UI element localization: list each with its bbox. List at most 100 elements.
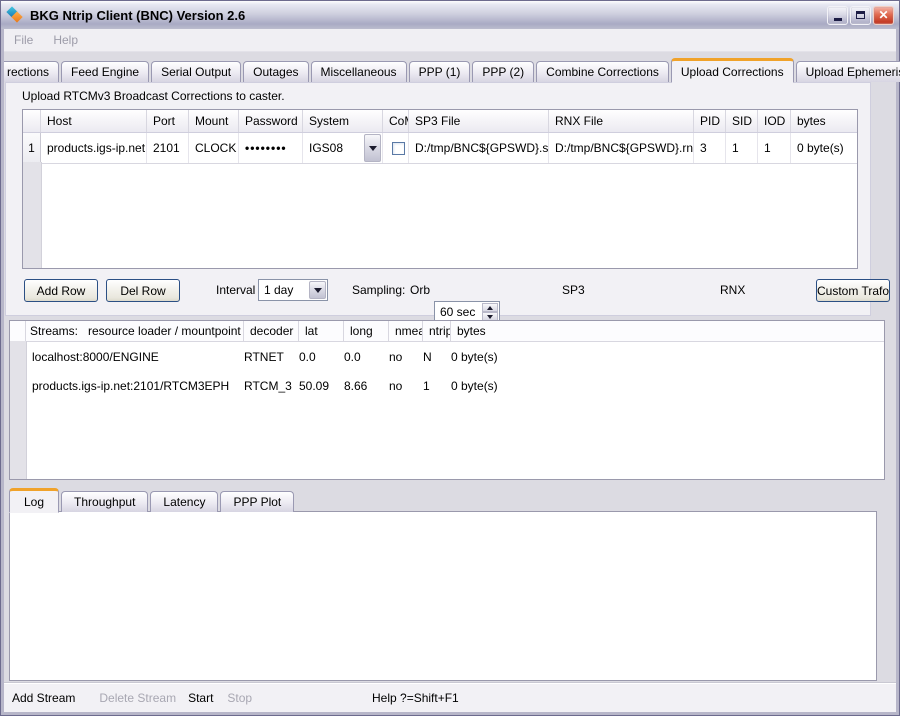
cell-pid[interactable]: 3 [694,133,726,163]
cell-decoder: RTCM_3 [238,379,293,393]
col-header-system[interactable]: System [303,110,383,132]
maximize-button[interactable] [850,6,871,25]
tab-throughput[interactable]: Throughput [61,491,148,512]
window-controls: ✕ [827,6,894,25]
col-header-port[interactable]: Port [147,110,189,132]
add-stream-button[interactable]: Add Stream [12,691,75,705]
corner-header-cell [10,321,26,341]
menu-help[interactable]: Help [43,33,88,47]
col-header-bytes[interactable]: bytes [791,110,857,132]
cell-password[interactable]: •••••••• [239,133,303,163]
cell-decoder: RTNET [238,350,293,364]
row-number[interactable]: 1 [23,133,41,163]
cell-bytes: 0 byte(s) [791,133,857,163]
cell-sp3-file[interactable]: D:/tmp/BNC${GPSWD}.sp3 [409,133,549,163]
cell-mount[interactable]: CLOCK [189,133,239,163]
tab-ppp-plot[interactable]: PPP Plot [220,491,294,512]
cell-mountpoint: products.igs-ip.net:2101/RTCM3EPH [26,379,238,393]
upload-corrections-pane: Upload RTCMv3 Broadcast Corrections to c… [5,82,871,316]
cell-lat: 50.09 [293,379,338,393]
col-header-iod[interactable]: IOD [758,110,791,132]
maximize-icon [856,11,865,19]
pane-caption: Upload RTCMv3 Broadcast Corrections to c… [22,89,285,103]
col-header-pid[interactable]: PID [694,110,726,132]
interval-dropdown-button[interactable] [309,281,326,299]
interval-value: 1 day [264,283,293,297]
col-header-nmea[interactable]: nmea [389,321,423,341]
cell-system-select[interactable]: IGS08 [303,133,383,163]
streams-header: Streams: resource loader / mountpoint de… [10,321,884,342]
custom-trafo-button[interactable]: Custom Trafo [816,279,890,302]
system-dropdown-button[interactable] [364,134,381,162]
col-header-decoder[interactable]: decoder [244,321,299,341]
stream-row[interactable]: 1 localhost:8000/ENGINE RTNET 0.0 0.0 no… [10,342,884,371]
arrow-down-icon [487,315,493,319]
com-checkbox[interactable] [392,142,405,155]
log-tab-bar: Log Throughput Latency PPP Plot [9,486,296,512]
interval-select[interactable]: 1 day [258,279,328,301]
cell-rnx-file[interactable]: D:/tmp/BNC${GPSWD}.rnx [549,133,694,163]
menu-bar: File Help [4,29,896,52]
app-icon [6,6,24,24]
cell-nmea: no [383,350,417,364]
upload-table: Host Port Mount Password System CoM SP3 … [22,109,858,269]
col-header-rnx-file[interactable]: RNX File [549,110,694,132]
cell-ntrip: N [417,350,445,364]
tab-latency[interactable]: Latency [150,491,218,512]
col-header-long[interactable]: long [344,321,389,341]
corner-header-cell [23,110,41,132]
arrow-up-icon [487,306,493,310]
start-button[interactable]: Start [188,691,213,705]
delete-stream-button[interactable]: Delete Stream [99,691,176,705]
upload-controls: Add Row Del Row Interval 1 day Sampling:… [22,279,858,303]
col-header-lat[interactable]: lat [299,321,344,341]
col-header-mountpoint[interactable]: Streams: resource loader / mountpoint [26,321,244,341]
tab-outages[interactable]: Outages [243,61,308,82]
menu-file[interactable]: File [4,33,43,47]
cell-nmea: no [383,379,417,393]
col-header-mount[interactable]: Mount [189,110,239,132]
help-shortcut-label: Help ?=Shift+F1 [372,691,459,705]
tab-feed-engine[interactable]: Feed Engine [61,61,149,82]
col-header-com[interactable]: CoM [383,110,409,132]
chevron-down-icon [369,146,377,151]
col-header-host[interactable]: Host [41,110,147,132]
minimize-icon [834,18,842,21]
col-header-password[interactable]: Password [239,110,303,132]
cell-host[interactable]: products.igs-ip.net [41,133,147,163]
tab-miscellaneous[interactable]: Miscellaneous [311,61,407,82]
cell-long: 8.66 [338,379,383,393]
main-tab-bar: rections Feed Engine Serial Output Outag… [4,52,896,82]
stream-row[interactable]: 2 products.igs-ip.net:2101/RTCM3EPH RTCM… [10,371,884,400]
tab-upload-corrections[interactable]: Upload Corrections [671,58,794,83]
cell-ntrip: 1 [417,379,445,393]
cell-iod[interactable]: 1 [758,133,791,163]
tab-corrections-clipped[interactable]: rections [4,61,59,82]
cell-mountpoint: localhost:8000/ENGINE [26,350,238,364]
bottom-action-bar: Add Stream Delete Stream Start Stop Help… [4,683,896,712]
rnx-label: RNX [720,283,745,297]
interval-label: Interval [216,283,255,297]
col-header-bytes[interactable]: bytes [451,321,884,341]
col-header-ntrip[interactable]: ntrip [423,321,451,341]
tab-serial-output[interactable]: Serial Output [151,61,241,82]
upload-table-row: 1 products.igs-ip.net 2101 CLOCK •••••••… [23,133,857,164]
minimize-button[interactable] [827,6,848,25]
tab-combine-corrections[interactable]: Combine Corrections [536,61,669,82]
streams-row-gutter [10,341,27,479]
close-button[interactable]: ✕ [873,6,894,25]
cell-sid[interactable]: 1 [726,133,758,163]
cell-port[interactable]: 2101 [147,133,189,163]
del-row-button[interactable]: Del Row [106,279,180,302]
add-row-button[interactable]: Add Row [24,279,98,302]
stop-button[interactable]: Stop [227,691,252,705]
cell-bytes: 0 byte(s) [445,379,884,393]
col-header-sid[interactable]: SID [726,110,758,132]
tab-upload-ephemeris[interactable]: Upload Ephemeris [796,61,900,82]
col-header-sp3-file[interactable]: SP3 File [409,110,549,132]
tab-log[interactable]: Log [9,488,59,513]
log-output-pane[interactable] [9,511,877,681]
spin-up-button[interactable] [482,303,498,312]
tab-ppp-2[interactable]: PPP (2) [472,61,534,82]
tab-ppp-1[interactable]: PPP (1) [409,61,471,82]
